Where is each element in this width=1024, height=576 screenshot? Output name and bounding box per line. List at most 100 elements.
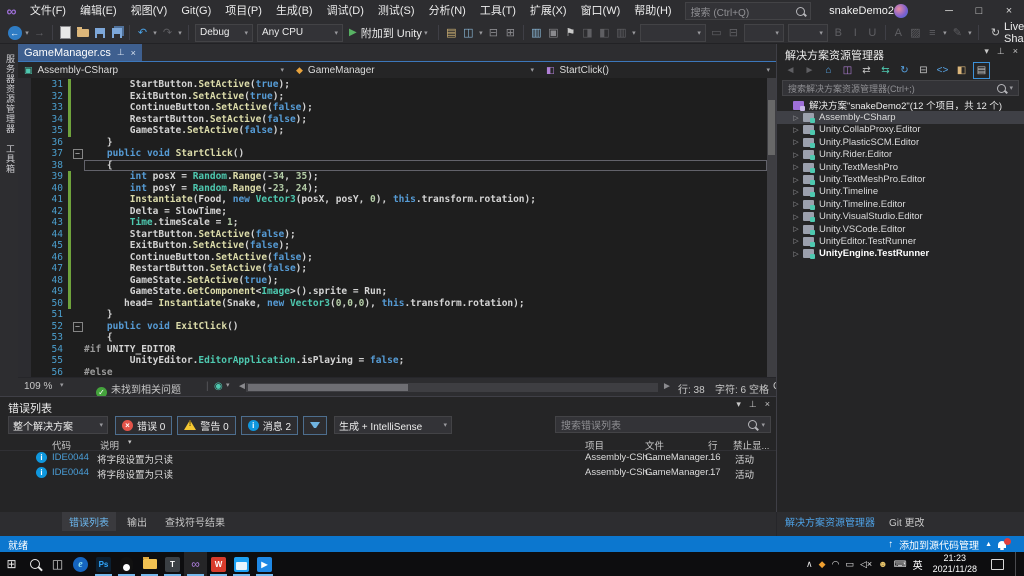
visual-studio[interactable]: ∞ xyxy=(184,552,207,576)
dropdown-caret-icon[interactable]: ▾ xyxy=(176,29,184,37)
new-file-icon[interactable] xyxy=(57,24,74,42)
code-editor[interactable]: 31 StartButton.SetActive(true);32 ExitBu… xyxy=(18,78,767,377)
pending-changes-icon[interactable]: ⇄ xyxy=(859,63,874,78)
save-all-icon[interactable] xyxy=(108,24,125,42)
menu-item-2[interactable]: 视图(V) xyxy=(124,0,175,22)
breakpoint-margin[interactable] xyxy=(18,78,31,377)
expander-icon[interactable]: ▷ xyxy=(791,237,801,245)
expander-icon[interactable]: ▷ xyxy=(791,250,801,258)
pin-icon[interactable]: ⊥ xyxy=(749,399,757,410)
messages-filter-button[interactable]: i 消息 2 xyxy=(241,416,298,435)
diagnostics-icon[interactable]: ◉ xyxy=(214,381,223,392)
properties-icon[interactable]: ◧ xyxy=(954,63,969,78)
menu-item-1[interactable]: 编辑(E) xyxy=(73,0,124,22)
font-size-dropdown[interactable]: ▾ xyxy=(744,24,784,42)
bookmark-icon[interactable]: ⚑ xyxy=(562,24,579,42)
avatar[interactable] xyxy=(894,4,908,18)
expander-icon[interactable]: ▷ xyxy=(791,126,801,134)
refresh-icon[interactable]: ↻ xyxy=(897,63,912,78)
italic-icon[interactable]: I xyxy=(847,24,864,42)
errors-filter-button[interactable]: × 错误 0 xyxy=(115,416,172,435)
platform-dropdown[interactable]: Any CPU▾ xyxy=(257,24,343,42)
hot-reload-icon[interactable]: ▤ xyxy=(443,24,460,42)
menu-item-11[interactable]: 窗口(W) xyxy=(574,0,628,22)
tool-tab-2[interactable]: 查找符号结果 xyxy=(158,512,232,531)
project-node[interactable]: ▷Unity.PlasticSCM.Editor xyxy=(777,136,1024,148)
pin-icon[interactable]: ⊥ xyxy=(117,47,125,58)
expander-icon[interactable]: ▷ xyxy=(791,151,801,159)
project-node[interactable]: ▷Unity.Rider.Editor xyxy=(777,149,1024,161)
touch-keyboard-icon[interactable]: ⌨ xyxy=(894,560,907,569)
action-center-icon[interactable] xyxy=(991,559,1004,570)
collapse-all-icon[interactable]: ⊟ xyxy=(916,63,931,78)
undo-icon[interactable]: ↶ xyxy=(134,24,151,42)
close-panel-icon[interactable]: × xyxy=(765,399,770,410)
home-icon[interactable]: ⌂ xyxy=(821,63,836,78)
menu-item-12[interactable]: 帮助(H) xyxy=(627,0,678,22)
expander-icon[interactable]: ▷ xyxy=(791,225,801,233)
right-tab-1[interactable]: Git 更改 xyxy=(889,512,925,531)
pen-icon[interactable]: ✎ xyxy=(949,24,966,42)
navigate-back-icon[interactable]: ← xyxy=(6,24,23,42)
document-tab[interactable]: GameManager.cs ⊥ × xyxy=(18,44,142,61)
grow-font-icon[interactable]: ▭ xyxy=(708,24,725,42)
error-list-row[interactable]: iIDE0044将字段设置为只读Assembly-CSh...GameManag… xyxy=(0,450,776,465)
project-node[interactable]: ▷Assembly-CSharp xyxy=(777,111,1024,123)
close-panel-icon[interactable]: × xyxy=(1013,46,1018,57)
fold-marker-icon[interactable]: − xyxy=(73,149,83,159)
comment-icon[interactable]: ◨ xyxy=(579,24,596,42)
media-player[interactable]: ▶ xyxy=(253,552,276,576)
menu-item-10[interactable]: 扩展(X) xyxy=(523,0,574,22)
edge[interactable]: e xyxy=(69,552,92,576)
project-node[interactable]: ▷UnityEditor.TestRunner xyxy=(777,235,1024,247)
editor-vertical-scrollbar[interactable] xyxy=(767,78,776,377)
back-icon[interactable]: ◄ xyxy=(783,63,798,78)
expander-icon[interactable]: ▷ xyxy=(791,114,801,122)
save-icon[interactable] xyxy=(91,24,108,42)
show-all-files-icon[interactable]: ▤ xyxy=(973,62,990,79)
shrink-font-icon[interactable]: ⊟ xyxy=(725,24,742,42)
error-list-row[interactable]: iIDE0044将字段设置为只读Assembly-CSh...GameManag… xyxy=(0,465,776,480)
project-node[interactable]: ▷Unity.TextMeshPro.Editor xyxy=(777,173,1024,185)
side-tab-0[interactable]: 服务器资源管理器 xyxy=(4,54,17,134)
uncomment-icon[interactable]: ◧ xyxy=(596,24,613,42)
spaces-indicator[interactable]: 空格 xyxy=(749,381,769,396)
file-explorer[interactable] xyxy=(138,552,161,576)
nav-dropdown-0[interactable]: ▣Assembly-CSharp▾ xyxy=(18,62,290,78)
close-button[interactable]: × xyxy=(994,0,1024,22)
zoom-level-dropdown[interactable]: 109 % xyxy=(24,381,52,392)
project-node[interactable]: ▷Unity.VSCode.Editor xyxy=(777,223,1024,235)
solution-explorer-search-input[interactable]: 搜索解决方案资源管理器(Ctrl+;) ▾ xyxy=(782,80,1019,96)
redo-icon[interactable]: ↷ xyxy=(159,24,176,42)
expander-icon[interactable]: ▷ xyxy=(791,176,801,184)
qq[interactable] xyxy=(115,552,138,576)
attach-to-unity-button[interactable]: ▶附加到 Unity▾ xyxy=(349,25,430,41)
outline-icon[interactable]: ▥ xyxy=(613,24,630,42)
underline-icon[interactable]: U xyxy=(864,24,881,42)
bold-icon[interactable]: B xyxy=(830,24,847,42)
clock[interactable]: 21:23 2021/11/28 xyxy=(933,553,977,575)
pin-icon[interactable]: ⊥ xyxy=(997,46,1005,57)
start-button[interactable]: ⊞ xyxy=(0,552,23,576)
tool-tab-1[interactable]: 输出 xyxy=(120,512,154,531)
editor-horizontal-scrollbar[interactable] xyxy=(246,383,658,392)
font-color-icon[interactable]: A xyxy=(890,24,907,42)
error-list-search-input[interactable]: 搜索错误列表 ▾ xyxy=(555,416,771,433)
menu-item-0[interactable]: 文件(F) xyxy=(23,0,73,22)
battery-icon[interactable]: ▭ xyxy=(845,560,854,569)
typora[interactable]: T xyxy=(161,552,184,576)
expander-icon[interactable]: ▷ xyxy=(791,200,801,208)
step-icons[interactable]: ⊟ xyxy=(485,24,502,42)
maximize-button[interactable]: □ xyxy=(964,0,994,22)
dropdown-caret-icon[interactable]: ▾ xyxy=(23,29,31,37)
fold-marker-icon[interactable]: − xyxy=(73,322,83,332)
project-node[interactable]: ▷Unity.Timeline.Editor xyxy=(777,198,1024,210)
sync-active-document-icon[interactable]: ⇆ xyxy=(878,63,893,78)
menu-item-5[interactable]: 生成(B) xyxy=(269,0,320,22)
warnings-filter-button[interactable]: 警告 0 xyxy=(177,416,235,435)
project-node[interactable]: ▷Unity.CollabProxy.Editor xyxy=(777,124,1024,136)
wps[interactable]: W xyxy=(207,552,230,576)
build-intellisense-dropdown[interactable]: 生成 + IntelliSense▾ xyxy=(334,416,452,434)
tencent-docs[interactable] xyxy=(230,552,253,576)
solution-root-node[interactable]: 解决方案"snakeDemo2"(12 个项目，共 12 个) xyxy=(777,99,1024,111)
